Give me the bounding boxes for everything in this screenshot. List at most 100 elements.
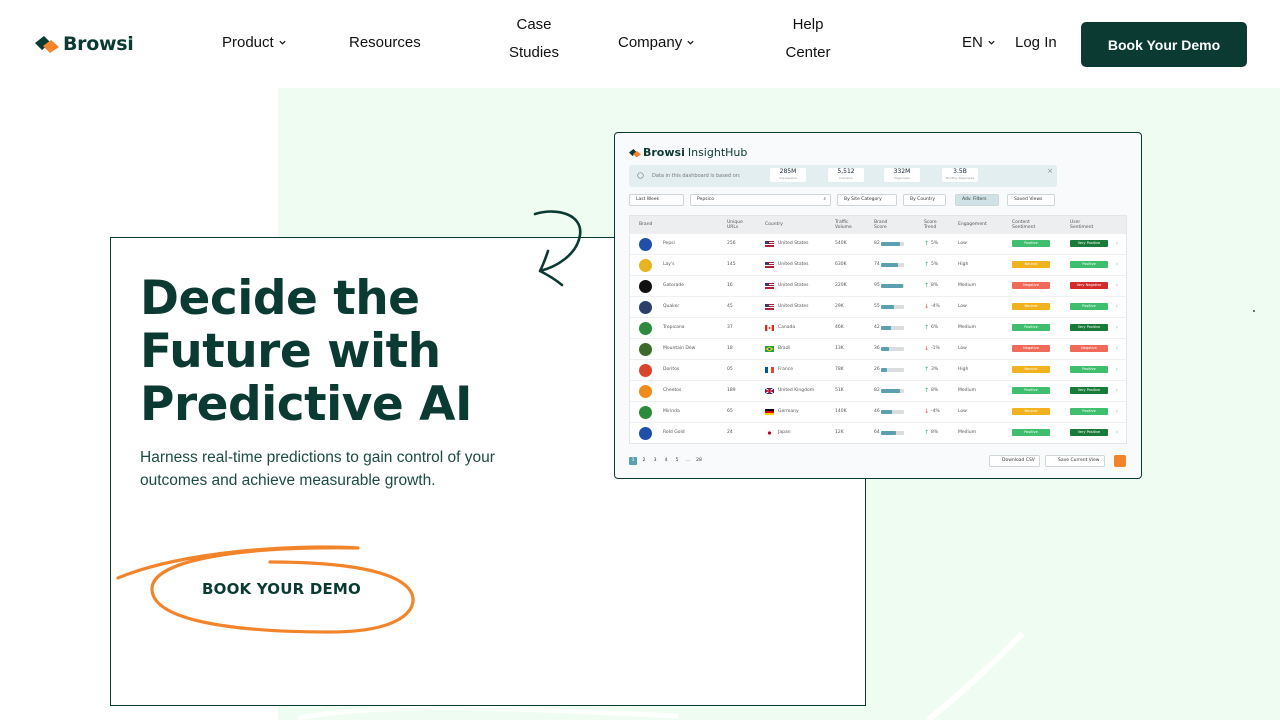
country-flag-icon: [765, 262, 774, 268]
adv-filters-label: Adv. Filters: [962, 197, 987, 202]
traffic-volume-value: 12K: [835, 430, 844, 435]
table-row[interactable]: Pepsi 256 United States 540K 82 ↑ 5% Low Positiv…: [630, 233, 1126, 254]
content-sentiment-badge: Neutral: [1012, 366, 1050, 373]
login-link[interactable]: Log In: [1015, 34, 1057, 51]
dashboard-brand: Browsi: [643, 146, 685, 159]
table-row[interactable]: Mirinda 65 Germany 140K 46 ↓ -4% Low Neutral Posi…: [630, 401, 1126, 422]
table-row[interactable]: Rold Gold 24 Japan 12K 64 ↑ 8% Medium Positive Ve…: [630, 422, 1126, 443]
page-button[interactable]: 4: [662, 457, 670, 465]
col-engagement: Engagement: [958, 222, 987, 227]
chevron-right-icon[interactable]: ›: [1116, 408, 1118, 415]
page-button[interactable]: 5: [673, 457, 681, 465]
chevron-right-icon[interactable]: ›: [1116, 303, 1118, 310]
page-button[interactable]: ...: [684, 457, 692, 465]
content-sentiment-badge: Negative: [1012, 282, 1050, 289]
chevron-right-icon[interactable]: ›: [1116, 240, 1118, 247]
browsi-logo[interactable]: Browsi: [35, 33, 134, 55]
book-your-demo-link[interactable]: BOOK YOUR DEMO: [202, 580, 361, 598]
nav-resources[interactable]: Resources: [349, 34, 421, 51]
page-button[interactable]: 28: [695, 457, 703, 465]
unique-urls-value: 256: [727, 241, 736, 246]
brand-name: Mirinda: [663, 409, 680, 414]
language-selector[interactable]: EN: [962, 34, 996, 51]
save-view-label: Save Current View: [1058, 458, 1100, 463]
site-category-checkbox[interactable]: By Site Category: [837, 194, 897, 206]
content-sentiment-badge: Positive: [1012, 324, 1050, 331]
brand-score-fill: [881, 326, 891, 330]
adv-filters-button[interactable]: Adv. Filters: [955, 194, 999, 206]
table-row[interactable]: Cheetos 189 United Kingdom 51K 82 ↑ 8% Medium Po…: [630, 380, 1126, 401]
page-button[interactable]: 2: [640, 457, 648, 465]
engagement-value: Medium: [958, 430, 976, 435]
content-sentiment-badge: Positive: [1012, 429, 1050, 436]
chevron-down-icon: [988, 40, 995, 45]
unique-urls-value: 189: [727, 388, 736, 393]
unique-urls-value: 05: [727, 367, 733, 372]
page-button[interactable]: 1: [629, 457, 637, 465]
brand-logo-icon: [639, 427, 652, 440]
nav-case-studies[interactable]: Case Studies: [499, 11, 569, 67]
book-demo-button[interactable]: Book Your Demo: [1081, 22, 1247, 67]
brand-logo-icon: [639, 343, 652, 356]
chevron-right-icon[interactable]: ›: [1116, 282, 1118, 289]
unique-urls-value: 16: [727, 283, 733, 288]
stat-label: Impressions: [779, 176, 797, 180]
unique-urls-value: 24: [727, 430, 733, 435]
nav-help-center[interactable]: Help Center: [773, 11, 843, 67]
stat-box: 5,512 Domains: [828, 168, 864, 182]
content-sentiment-badge: Positive: [1012, 387, 1050, 394]
brand-search-input[interactable]: Pepsico ⌕: [690, 194, 831, 206]
table-row[interactable]: Lay's 145 United States 630K 74 ↑ 5% High Neutra…: [630, 254, 1126, 275]
user-sentiment-badge: Very Positive: [1070, 387, 1108, 394]
table-row[interactable]: Mountain Dew 18 Brazil 13K 36 ↓ -1% Low Negative…: [630, 338, 1126, 359]
unique-urls-value: 37: [727, 325, 733, 330]
brand-score-fill: [881, 284, 903, 288]
brand-score-fill: [881, 410, 892, 414]
chevron-right-icon[interactable]: ›: [1116, 387, 1118, 394]
col-brand-score: Brand Score: [874, 220, 888, 230]
headline-line-2: Future with: [140, 324, 441, 379]
country-flag-icon: [765, 346, 774, 352]
col-brand: Brand: [639, 222, 653, 227]
chevron-right-icon[interactable]: ›: [1116, 366, 1118, 373]
chevron-right-icon[interactable]: ›: [1116, 429, 1118, 436]
unique-urls-value: 65: [727, 409, 733, 414]
table-row[interactable]: Quaker 45 United States 29K 55 ↓ -4% Low Neutral…: [630, 296, 1126, 317]
nav-product[interactable]: Product: [222, 34, 287, 51]
brand-score-bar: [881, 305, 904, 309]
brand-name: Rold Gold: [663, 430, 685, 435]
col-traffic-volume: Traffic Volume: [835, 220, 852, 230]
country-flag-icon: [765, 388, 774, 394]
table-row[interactable]: Gatorade 16 United States 220K 95 ↑ 8% Medium Ne…: [630, 275, 1126, 296]
brand-score-bar: [881, 242, 904, 246]
country-name: United States: [778, 304, 809, 309]
col-user-sentiment: User Sentiment: [1070, 220, 1094, 230]
country-name: Japan: [778, 430, 791, 435]
country-flag-icon: [765, 304, 774, 310]
saved-views-select[interactable]: Saved Views: [1007, 194, 1055, 206]
arrow-up-icon: ↑: [924, 429, 930, 436]
chevron-right-icon[interactable]: ›: [1116, 345, 1118, 352]
brand-score-bar: [881, 284, 904, 288]
chevron-right-icon[interactable]: ›: [1116, 261, 1118, 268]
country-name: Canada: [778, 325, 796, 330]
page-button[interactable]: 3: [651, 457, 659, 465]
arrow-up-icon: ↑: [924, 261, 930, 268]
save-view-button[interactable]: Save Current View: [1045, 455, 1105, 467]
country-checkbox[interactable]: By Country: [903, 194, 946, 206]
country-flag-icon: [765, 367, 774, 373]
brand-score-value: 74: [874, 262, 880, 267]
table-row[interactable]: Doritos 05 France 78K 26 ↑ 3% High Neutral Positi…: [630, 359, 1126, 380]
share-icon[interactable]: [1114, 455, 1126, 467]
download-csv-button[interactable]: Download CSV: [989, 455, 1040, 467]
user-sentiment-badge: Positive: [1070, 261, 1108, 268]
period-select[interactable]: Last Week: [629, 194, 684, 206]
stat-box: 285M Impressions: [770, 168, 806, 182]
arrow-up-icon: ↑: [924, 324, 930, 331]
nav-company[interactable]: Company: [618, 34, 695, 51]
table-row[interactable]: Tropicana 37 Canada 46K 42 ↑ 6% Medium Positive V…: [630, 317, 1126, 338]
nav-help-line1: Help: [792, 16, 824, 33]
chevron-right-icon[interactable]: ›: [1116, 324, 1118, 331]
country-name: United Kingdom: [778, 388, 815, 393]
close-icon[interactable]: ×: [1047, 167, 1053, 175]
